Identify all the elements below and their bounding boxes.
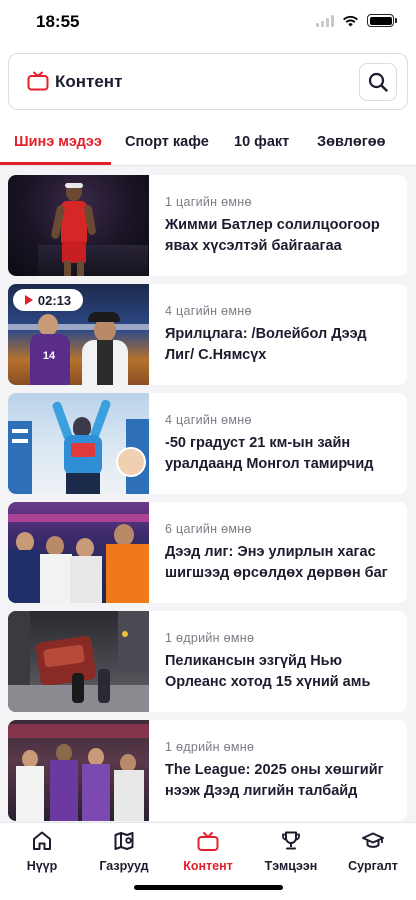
cellular-signal-icon xyxy=(316,14,334,27)
tv-icon xyxy=(27,71,49,91)
tab-new-news[interactable]: Шинэ мэдээ xyxy=(14,134,102,150)
news-title: Пеликансын эзгүйд Нью Орлеанс хотод 15 х… xyxy=(165,653,371,690)
news-time: 1 өдрийн өмнө xyxy=(165,631,255,645)
news-card[interactable]: 1 цагийн өмнө Жимми Батлер солилцоогоор … xyxy=(8,175,407,276)
news-thumbnail xyxy=(8,611,149,712)
tv-icon xyxy=(197,832,219,851)
nav-label: Контент xyxy=(183,859,233,873)
news-time: 4 цагийн өмнө xyxy=(165,413,252,427)
tab-10-facts[interactable]: 10 факт xyxy=(234,134,289,150)
map-icon xyxy=(114,832,134,850)
news-thumbnail xyxy=(8,502,149,603)
status-time: 18:55 xyxy=(36,12,80,31)
nav-label: Нүүр xyxy=(26,859,58,873)
news-title: Ярилцлага: /Волейбол Дээд Лиг/ С.Нямсүх xyxy=(165,326,367,363)
news-card[interactable]: 1 өдрийн өмнө The League: 2025 оны хөшги… xyxy=(8,720,407,821)
news-thumbnail xyxy=(8,175,149,276)
nav-tournaments[interactable]: Тэмцээн xyxy=(251,829,331,873)
nav-home[interactable]: Нүүр xyxy=(2,829,82,873)
news-card[interactable]: 4 цагийн өмнө -50 градуст 21 км-ын зайн … xyxy=(8,393,407,494)
active-tab-indicator xyxy=(0,162,111,165)
news-time: 6 цагийн өмнө xyxy=(165,522,252,536)
news-title: Дээд лиг: Энэ улирлын хагас шигшээд өрсө… xyxy=(165,544,388,581)
tab-sport-cafe[interactable]: Спорт кафе xyxy=(125,134,209,150)
tab-advice[interactable]: Зөвлөгөө xyxy=(317,134,386,150)
page-title: Контент xyxy=(55,72,123,91)
nav-label: Газрууд xyxy=(99,859,149,873)
news-thumbnail xyxy=(8,720,149,821)
nav-places[interactable]: Газрууд xyxy=(84,829,164,873)
search-button[interactable] xyxy=(359,63,397,101)
video-duration-badge: 02:13 xyxy=(13,289,83,311)
search-icon xyxy=(368,72,388,92)
battery-icon xyxy=(367,14,397,27)
play-icon xyxy=(24,295,33,305)
news-title: Жимми Батлер солилцоогоор явах хүсэлтэй … xyxy=(165,217,380,254)
home-icon xyxy=(33,831,51,850)
news-card[interactable]: 14 02:13 4 цагийн өмнө Ярилцлага: /Волей… xyxy=(8,284,407,385)
nav-label: Тэмцээн xyxy=(264,859,318,873)
category-tabs: Шинэ мэдээ Спорт кафе 10 факт Зөвлөгөө xyxy=(0,124,416,166)
news-time: 1 өдрийн өмнө xyxy=(165,740,255,754)
status-bar: 18:55 xyxy=(0,0,416,46)
home-indicator[interactable] xyxy=(134,885,283,890)
news-card[interactable]: 1 өдрийн өмнө Пеликансын эзгүйд Нью Орле… xyxy=(8,611,407,712)
graduation-cap-icon xyxy=(362,832,384,848)
wifi-icon xyxy=(343,15,358,26)
nav-content[interactable]: Контент xyxy=(168,829,248,873)
news-time: 4 цагийн өмнө xyxy=(165,304,252,318)
news-card[interactable]: 6 цагийн өмнө Дээд лиг: Энэ улирлын хага… xyxy=(8,502,407,603)
news-thumbnail xyxy=(8,393,149,494)
news-feed[interactable]: 1 цагийн өмнө Жимми Батлер солилцоогоор … xyxy=(0,166,416,822)
status-icons xyxy=(316,14,397,27)
trophy-icon xyxy=(282,831,300,850)
video-duration: 02:13 xyxy=(37,292,72,308)
nav-label: Сургалт xyxy=(348,859,398,873)
news-title: -50 градуст 21 км-ын зайн уралдаанд Монг… xyxy=(165,435,374,472)
news-time: 1 цагийн өмнө xyxy=(165,195,252,209)
content-header: Контент xyxy=(8,53,408,110)
news-title: The League: 2025 оны хөшгийг нээж Дээд л… xyxy=(165,762,384,799)
nav-training[interactable]: Сургалт xyxy=(333,829,413,873)
